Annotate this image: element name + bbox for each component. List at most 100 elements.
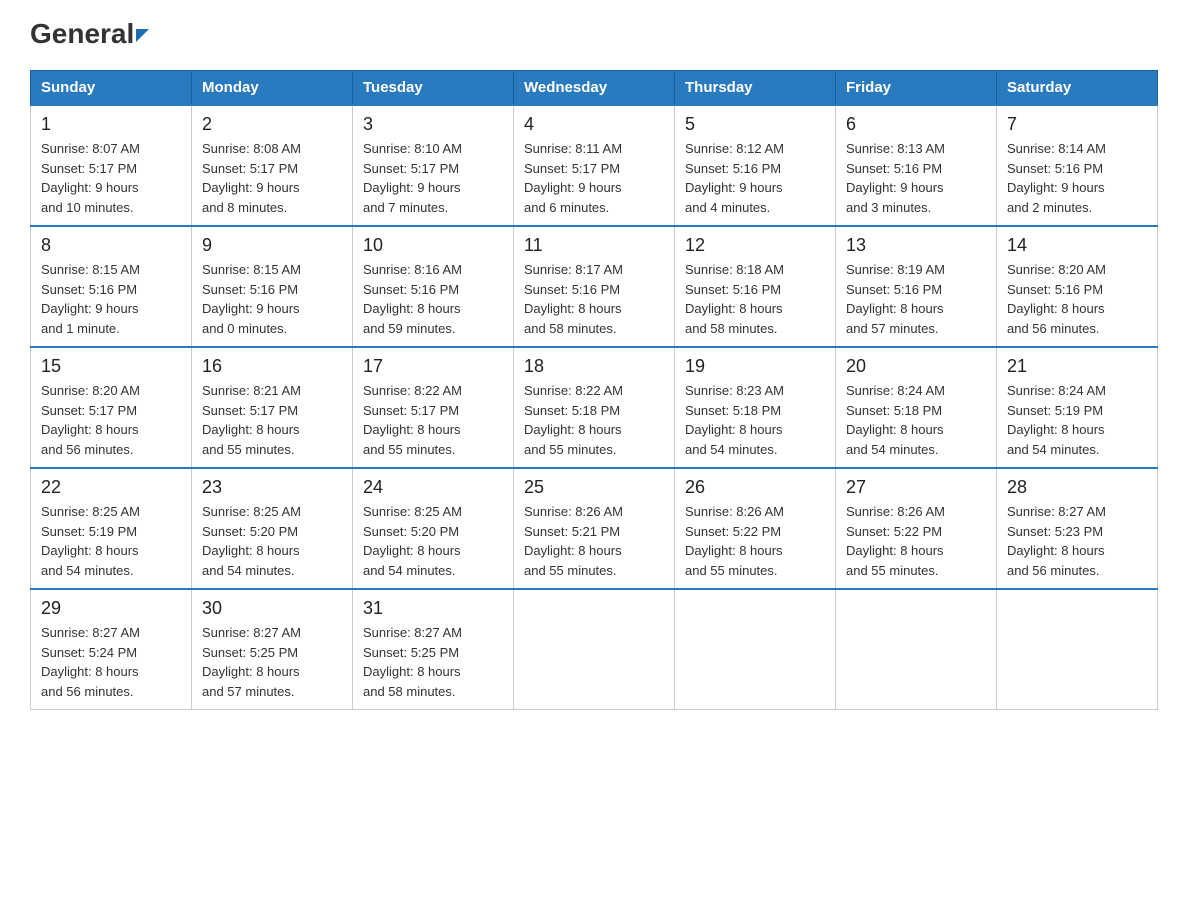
day-info: Sunrise: 8:20 AMSunset: 5:16 PMDaylight:… <box>1007 260 1147 338</box>
calendar-cell: 27 Sunrise: 8:26 AMSunset: 5:22 PMDaylig… <box>836 468 997 589</box>
day-number: 26 <box>685 477 825 498</box>
day-info: Sunrise: 8:22 AMSunset: 5:18 PMDaylight:… <box>524 381 664 459</box>
column-header-tuesday: Tuesday <box>353 71 514 106</box>
calendar-week-row: 1 Sunrise: 8:07 AMSunset: 5:17 PMDayligh… <box>31 105 1158 226</box>
calendar-cell: 17 Sunrise: 8:22 AMSunset: 5:17 PMDaylig… <box>353 347 514 468</box>
calendar-cell: 20 Sunrise: 8:24 AMSunset: 5:18 PMDaylig… <box>836 347 997 468</box>
day-number: 19 <box>685 356 825 377</box>
calendar-cell: 10 Sunrise: 8:16 AMSunset: 5:16 PMDaylig… <box>353 226 514 347</box>
calendar-cell: 5 Sunrise: 8:12 AMSunset: 5:16 PMDayligh… <box>675 105 836 226</box>
day-info: Sunrise: 8:26 AMSunset: 5:22 PMDaylight:… <box>685 502 825 580</box>
calendar-cell: 9 Sunrise: 8:15 AMSunset: 5:16 PMDayligh… <box>192 226 353 347</box>
calendar-header-row: SundayMondayTuesdayWednesdayThursdayFrid… <box>31 71 1158 106</box>
day-info: Sunrise: 8:15 AMSunset: 5:16 PMDaylight:… <box>202 260 342 338</box>
column-header-saturday: Saturday <box>997 71 1158 106</box>
day-number: 7 <box>1007 114 1147 135</box>
calendar-week-row: 15 Sunrise: 8:20 AMSunset: 5:17 PMDaylig… <box>31 347 1158 468</box>
day-info: Sunrise: 8:26 AMSunset: 5:21 PMDaylight:… <box>524 502 664 580</box>
day-number: 18 <box>524 356 664 377</box>
day-info: Sunrise: 8:21 AMSunset: 5:17 PMDaylight:… <box>202 381 342 459</box>
day-number: 2 <box>202 114 342 135</box>
day-info: Sunrise: 8:12 AMSunset: 5:16 PMDaylight:… <box>685 139 825 217</box>
day-number: 8 <box>41 235 181 256</box>
calendar-cell: 1 Sunrise: 8:07 AMSunset: 5:17 PMDayligh… <box>31 105 192 226</box>
day-number: 11 <box>524 235 664 256</box>
day-info: Sunrise: 8:08 AMSunset: 5:17 PMDaylight:… <box>202 139 342 217</box>
calendar-cell <box>997 589 1158 710</box>
column-header-monday: Monday <box>192 71 353 106</box>
calendar-cell: 6 Sunrise: 8:13 AMSunset: 5:16 PMDayligh… <box>836 105 997 226</box>
day-info: Sunrise: 8:11 AMSunset: 5:17 PMDaylight:… <box>524 139 664 217</box>
calendar-cell: 19 Sunrise: 8:23 AMSunset: 5:18 PMDaylig… <box>675 347 836 468</box>
day-number: 4 <box>524 114 664 135</box>
calendar-cell <box>675 589 836 710</box>
day-number: 20 <box>846 356 986 377</box>
calendar-week-row: 29 Sunrise: 8:27 AMSunset: 5:24 PMDaylig… <box>31 589 1158 710</box>
day-number: 30 <box>202 598 342 619</box>
day-info: Sunrise: 8:27 AMSunset: 5:24 PMDaylight:… <box>41 623 181 701</box>
day-number: 29 <box>41 598 181 619</box>
day-number: 16 <box>202 356 342 377</box>
calendar-cell <box>836 589 997 710</box>
day-info: Sunrise: 8:22 AMSunset: 5:17 PMDaylight:… <box>363 381 503 459</box>
calendar-week-row: 8 Sunrise: 8:15 AMSunset: 5:16 PMDayligh… <box>31 226 1158 347</box>
day-info: Sunrise: 8:24 AMSunset: 5:18 PMDaylight:… <box>846 381 986 459</box>
day-number: 25 <box>524 477 664 498</box>
day-info: Sunrise: 8:13 AMSunset: 5:16 PMDaylight:… <box>846 139 986 217</box>
logo-general: General <box>30 20 149 48</box>
day-number: 10 <box>363 235 503 256</box>
day-info: Sunrise: 8:20 AMSunset: 5:17 PMDaylight:… <box>41 381 181 459</box>
day-info: Sunrise: 8:26 AMSunset: 5:22 PMDaylight:… <box>846 502 986 580</box>
calendar-cell: 21 Sunrise: 8:24 AMSunset: 5:19 PMDaylig… <box>997 347 1158 468</box>
calendar-cell: 30 Sunrise: 8:27 AMSunset: 5:25 PMDaylig… <box>192 589 353 710</box>
day-info: Sunrise: 8:19 AMSunset: 5:16 PMDaylight:… <box>846 260 986 338</box>
calendar-cell: 8 Sunrise: 8:15 AMSunset: 5:16 PMDayligh… <box>31 226 192 347</box>
calendar-cell: 2 Sunrise: 8:08 AMSunset: 5:17 PMDayligh… <box>192 105 353 226</box>
day-number: 1 <box>41 114 181 135</box>
day-number: 31 <box>363 598 503 619</box>
day-info: Sunrise: 8:27 AMSunset: 5:23 PMDaylight:… <box>1007 502 1147 580</box>
calendar-cell: 11 Sunrise: 8:17 AMSunset: 5:16 PMDaylig… <box>514 226 675 347</box>
calendar-week-row: 22 Sunrise: 8:25 AMSunset: 5:19 PMDaylig… <box>31 468 1158 589</box>
calendar-cell: 23 Sunrise: 8:25 AMSunset: 5:20 PMDaylig… <box>192 468 353 589</box>
day-number: 3 <box>363 114 503 135</box>
calendar-cell <box>514 589 675 710</box>
day-info: Sunrise: 8:25 AMSunset: 5:20 PMDaylight:… <box>202 502 342 580</box>
calendar-cell: 26 Sunrise: 8:26 AMSunset: 5:22 PMDaylig… <box>675 468 836 589</box>
day-info: Sunrise: 8:27 AMSunset: 5:25 PMDaylight:… <box>202 623 342 701</box>
day-info: Sunrise: 8:14 AMSunset: 5:16 PMDaylight:… <box>1007 139 1147 217</box>
day-number: 24 <box>363 477 503 498</box>
day-info: Sunrise: 8:27 AMSunset: 5:25 PMDaylight:… <box>363 623 503 701</box>
day-number: 22 <box>41 477 181 498</box>
day-info: Sunrise: 8:17 AMSunset: 5:16 PMDaylight:… <box>524 260 664 338</box>
day-info: Sunrise: 8:25 AMSunset: 5:19 PMDaylight:… <box>41 502 181 580</box>
day-number: 23 <box>202 477 342 498</box>
calendar-cell: 22 Sunrise: 8:25 AMSunset: 5:19 PMDaylig… <box>31 468 192 589</box>
calendar-cell: 7 Sunrise: 8:14 AMSunset: 5:16 PMDayligh… <box>997 105 1158 226</box>
day-number: 15 <box>41 356 181 377</box>
day-info: Sunrise: 8:23 AMSunset: 5:18 PMDaylight:… <box>685 381 825 459</box>
calendar-cell: 24 Sunrise: 8:25 AMSunset: 5:20 PMDaylig… <box>353 468 514 589</box>
day-number: 21 <box>1007 356 1147 377</box>
calendar-table: SundayMondayTuesdayWednesdayThursdayFrid… <box>30 70 1158 710</box>
page-header: General <box>30 20 1158 50</box>
day-number: 12 <box>685 235 825 256</box>
calendar-cell: 12 Sunrise: 8:18 AMSunset: 5:16 PMDaylig… <box>675 226 836 347</box>
day-info: Sunrise: 8:15 AMSunset: 5:16 PMDaylight:… <box>41 260 181 338</box>
column-header-friday: Friday <box>836 71 997 106</box>
day-info: Sunrise: 8:10 AMSunset: 5:17 PMDaylight:… <box>363 139 503 217</box>
calendar-cell: 29 Sunrise: 8:27 AMSunset: 5:24 PMDaylig… <box>31 589 192 710</box>
calendar-cell: 13 Sunrise: 8:19 AMSunset: 5:16 PMDaylig… <box>836 226 997 347</box>
calendar-cell: 14 Sunrise: 8:20 AMSunset: 5:16 PMDaylig… <box>997 226 1158 347</box>
day-number: 14 <box>1007 235 1147 256</box>
day-number: 5 <box>685 114 825 135</box>
calendar-cell: 3 Sunrise: 8:10 AMSunset: 5:17 PMDayligh… <box>353 105 514 226</box>
column-header-sunday: Sunday <box>31 71 192 106</box>
column-header-thursday: Thursday <box>675 71 836 106</box>
day-number: 27 <box>846 477 986 498</box>
day-number: 9 <box>202 235 342 256</box>
day-info: Sunrise: 8:24 AMSunset: 5:19 PMDaylight:… <box>1007 381 1147 459</box>
day-info: Sunrise: 8:18 AMSunset: 5:16 PMDaylight:… <box>685 260 825 338</box>
calendar-cell: 18 Sunrise: 8:22 AMSunset: 5:18 PMDaylig… <box>514 347 675 468</box>
day-number: 6 <box>846 114 986 135</box>
